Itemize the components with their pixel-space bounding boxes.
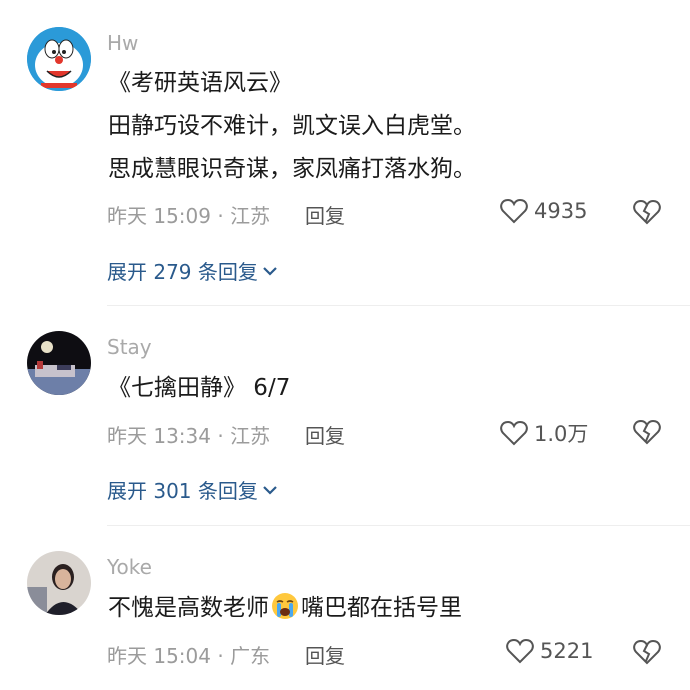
comment-meta: 昨天 15:04 · 广东 [107,644,271,668]
doraemon-avatar[interactable] [27,27,91,91]
person-photo-icon [27,551,91,615]
person-photo-avatar[interactable] [27,551,91,615]
like-button[interactable]: 1.0万 [500,418,588,448]
crying-face-emoji-icon [272,593,298,619]
broken-heart-icon [633,639,661,665]
heart-icon [500,420,528,446]
comment-text-before: 不愧是高数老师 [108,595,269,621]
reply-button[interactable]: 回复 [305,200,345,229]
broken-heart-icon [633,419,661,445]
night-scene-avatar[interactable] [27,331,91,395]
heart-icon [500,198,528,224]
divider [107,525,690,526]
night-scene-icon [27,331,91,395]
username[interactable]: Hw [107,31,138,55]
doraemon-icon [27,27,91,91]
expand-replies-button[interactable]: 展开 301 条回复 [107,475,278,504]
dislike-button[interactable] [633,419,661,449]
comment-line-1: 《七擒田静》 6/7 [108,375,291,401]
comment-meta: 昨天 13:34 · 江苏 [107,424,271,448]
comment-text-after: 嘴巴都在括号里 [301,595,462,621]
chevron-down-icon [263,266,277,276]
divider [107,305,690,306]
like-button[interactable]: 4935 [500,198,587,224]
broken-heart-icon [633,199,661,225]
expand-replies-button[interactable]: 展开 279 条回复 [107,256,278,285]
comment-line-2: 田静巧设不难计，凯文误入白虎堂。 [108,113,476,139]
comment-line-3: 思成慧眼识奇谋，家凤痛打落水狗。 [108,156,476,182]
reply-button[interactable]: 回复 [305,420,345,449]
reply-button[interactable]: 回复 [305,640,345,669]
comment-line-1: 不愧是高数老师 嘴巴都在括号里 [108,587,462,630]
dislike-button[interactable] [633,199,661,229]
username[interactable]: Yoke [107,555,152,579]
chevron-down-icon [263,485,277,495]
like-count: 4935 [534,199,588,223]
like-count: 1.0万 [534,422,589,446]
username[interactable]: Stay [107,335,152,359]
comment-line-1: 《考研英语风云》 [108,70,292,96]
heart-icon [506,638,534,664]
like-count: 5221 [540,639,594,663]
dislike-button[interactable] [633,639,661,669]
expand-replies-label: 展开 301 条回复 [107,479,258,503]
expand-replies-label: 展开 279 条回复 [107,260,258,284]
like-button[interactable]: 5221 [506,638,593,664]
comment-meta: 昨天 15:09 · 江苏 [107,204,271,228]
